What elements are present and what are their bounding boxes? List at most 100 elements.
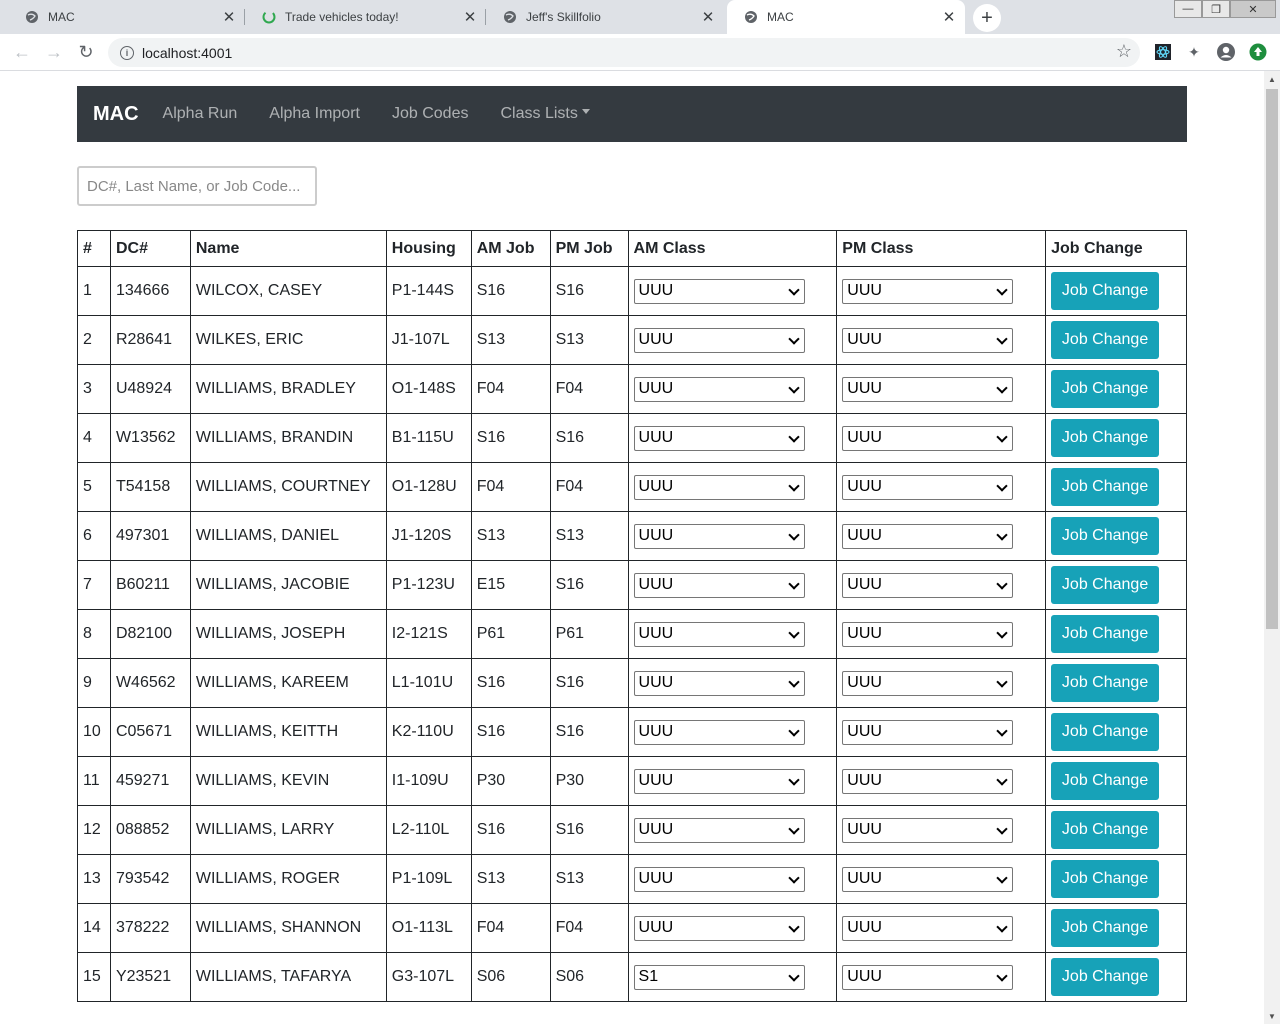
nav-link-alpha-run[interactable]: Alpha Run xyxy=(163,105,238,123)
cell-housing: P1-144S xyxy=(385,266,472,316)
pm-class-select[interactable]: UUU xyxy=(842,621,1014,647)
job-change-button[interactable]: Job Change xyxy=(1051,909,1160,947)
new-tab-button[interactable]: + xyxy=(973,4,1001,32)
navbar-brand[interactable]: MAC xyxy=(93,103,139,126)
chevron-down-icon xyxy=(996,822,1008,835)
cell-dc: U48924 xyxy=(109,364,191,414)
am-class-select[interactable]: UUU xyxy=(633,376,805,402)
am-class-select[interactable]: UUU xyxy=(633,474,805,500)
am-class-select[interactable]: UUU xyxy=(633,572,805,598)
job-change-button[interactable]: Job Change xyxy=(1051,811,1160,849)
cell-am-job: S16 xyxy=(470,658,551,708)
scroll-down-arrow-icon[interactable]: ▼ xyxy=(1264,1008,1280,1024)
pm-class-select[interactable]: UUU xyxy=(842,572,1014,598)
am-class-select[interactable]: UUU xyxy=(633,278,805,304)
pm-class-select[interactable]: UUU xyxy=(842,768,1014,794)
job-change-button[interactable]: Job Change xyxy=(1051,958,1160,996)
close-icon[interactable]: ✕ xyxy=(219,7,239,27)
job-change-button[interactable]: Job Change xyxy=(1051,370,1160,408)
maximize-button[interactable]: ❐ xyxy=(1202,0,1230,18)
select-value: UUU xyxy=(847,527,882,544)
am-class-select[interactable]: S1 xyxy=(633,964,805,990)
job-change-button[interactable]: Job Change xyxy=(1051,419,1160,457)
nav-link-alpha-import[interactable]: Alpha Import xyxy=(269,105,360,123)
info-icon[interactable]: i xyxy=(120,45,134,60)
minimize-button[interactable]: — xyxy=(1174,0,1202,18)
cell-name: WILLIAMS, KAREEM xyxy=(189,658,387,708)
browser-tab-4-active[interactable]: MAC ✕ xyxy=(727,0,965,34)
update-icon[interactable] xyxy=(1247,41,1269,63)
back-icon[interactable]: ← xyxy=(10,40,34,64)
job-change-button[interactable]: Job Change xyxy=(1051,615,1160,653)
job-change-button[interactable]: Job Change xyxy=(1051,762,1160,800)
close-icon[interactable]: ✕ xyxy=(939,7,959,27)
pm-class-select[interactable]: UUU xyxy=(842,425,1014,451)
select-value: UUU xyxy=(847,625,882,642)
pm-class-select[interactable]: UUU xyxy=(842,523,1014,549)
pm-class-select[interactable]: UUU xyxy=(842,278,1014,304)
nav-dropdown-class-lists[interactable]: Class Lists xyxy=(500,105,590,123)
pm-class-select[interactable]: UUU xyxy=(842,817,1014,843)
job-change-button[interactable]: Job Change xyxy=(1051,517,1160,555)
am-class-select[interactable]: UUU xyxy=(633,327,805,353)
forward-icon[interactable]: → xyxy=(42,40,66,64)
am-class-select[interactable]: UUU xyxy=(633,670,805,696)
search-input[interactable] xyxy=(77,166,317,206)
pm-class-select[interactable]: UUU xyxy=(842,376,1014,402)
chevron-down-icon xyxy=(787,724,800,737)
browser-tab-2[interactable]: Trade vehicles today! ✕ xyxy=(245,0,486,34)
cell-number: 6 xyxy=(77,511,111,561)
job-change-button[interactable]: Job Change xyxy=(1051,664,1160,702)
extensions-puzzle-icon[interactable]: ✦ xyxy=(1183,41,1205,63)
am-class-select[interactable]: UUU xyxy=(633,621,805,647)
pm-class-select[interactable]: UUU xyxy=(842,964,1014,990)
pm-class-select[interactable]: UUU xyxy=(842,327,1014,353)
cell-am-job: S16 xyxy=(470,266,551,316)
cell-name: WILLIAMS, SHANNON xyxy=(189,903,387,953)
job-change-button[interactable]: Job Change xyxy=(1051,860,1160,898)
job-change-button[interactable]: Job Change xyxy=(1051,713,1160,751)
am-class-select[interactable]: UUU xyxy=(633,915,805,941)
close-icon[interactable]: ✕ xyxy=(460,7,480,27)
scroll-up-arrow-icon[interactable]: ▲ xyxy=(1264,71,1280,87)
tab-title: Trade vehicles today! xyxy=(285,10,399,24)
job-change-button[interactable]: Job Change xyxy=(1051,321,1160,359)
pm-class-select[interactable]: UUU xyxy=(842,474,1014,500)
chevron-down-icon xyxy=(787,773,800,786)
url-text: localhost:4001 xyxy=(142,44,233,61)
job-change-button[interactable]: Job Change xyxy=(1051,272,1160,310)
close-window-button[interactable]: ✕ xyxy=(1230,0,1276,18)
vertical-scrollbar[interactable]: ▲ ▼ xyxy=(1264,71,1280,1024)
cell-number: 14 xyxy=(77,903,111,953)
cell-number: 3 xyxy=(77,364,111,414)
am-class-select[interactable]: UUU xyxy=(633,866,805,892)
am-class-select[interactable]: UUU xyxy=(633,768,805,794)
cell-job-change: Job Change xyxy=(1045,658,1187,708)
pm-class-select[interactable]: UUU xyxy=(842,915,1014,941)
app-navbar: MAC Alpha Run Alpha Import Job Codes Cla… xyxy=(77,86,1187,142)
am-class-select[interactable]: UUU xyxy=(633,817,805,843)
browser-tab-1[interactable]: MAC ✕ xyxy=(8,0,245,34)
am-class-select[interactable]: UUU xyxy=(633,523,805,549)
cell-pm-job: F04 xyxy=(549,903,629,953)
job-change-button[interactable]: Job Change xyxy=(1051,566,1160,604)
scrollbar-thumb[interactable] xyxy=(1266,89,1278,629)
address-bar[interactable]: i localhost:4001 ☆ xyxy=(108,38,1140,67)
pm-class-select[interactable]: UUU xyxy=(842,670,1014,696)
react-devtools-icon[interactable] xyxy=(1152,41,1174,63)
bookmark-star-icon[interactable]: ☆ xyxy=(1116,41,1132,62)
am-class-select[interactable]: UUU xyxy=(633,719,805,745)
close-icon[interactable]: ✕ xyxy=(698,7,718,27)
am-class-select[interactable]: UUU xyxy=(633,425,805,451)
pm-class-select[interactable]: UUU xyxy=(842,866,1014,892)
select-value: UUU xyxy=(638,429,674,446)
chevron-down-icon xyxy=(787,381,800,394)
job-change-button[interactable]: Job Change xyxy=(1051,468,1160,506)
reload-icon[interactable]: ↻ xyxy=(74,40,98,64)
profile-icon[interactable] xyxy=(1215,41,1237,63)
table-row: 13 793542 WILLIAMS, ROGER P1-109L S13 S13 UUU U… xyxy=(77,854,1187,904)
pm-class-select[interactable]: UUU xyxy=(842,719,1014,745)
nav-link-job-codes[interactable]: Job Codes xyxy=(392,105,469,123)
cell-name: WILLIAMS, COURTNEY xyxy=(189,462,387,512)
browser-tab-3[interactable]: Jeff's Skillfolio ✕ xyxy=(486,0,724,34)
